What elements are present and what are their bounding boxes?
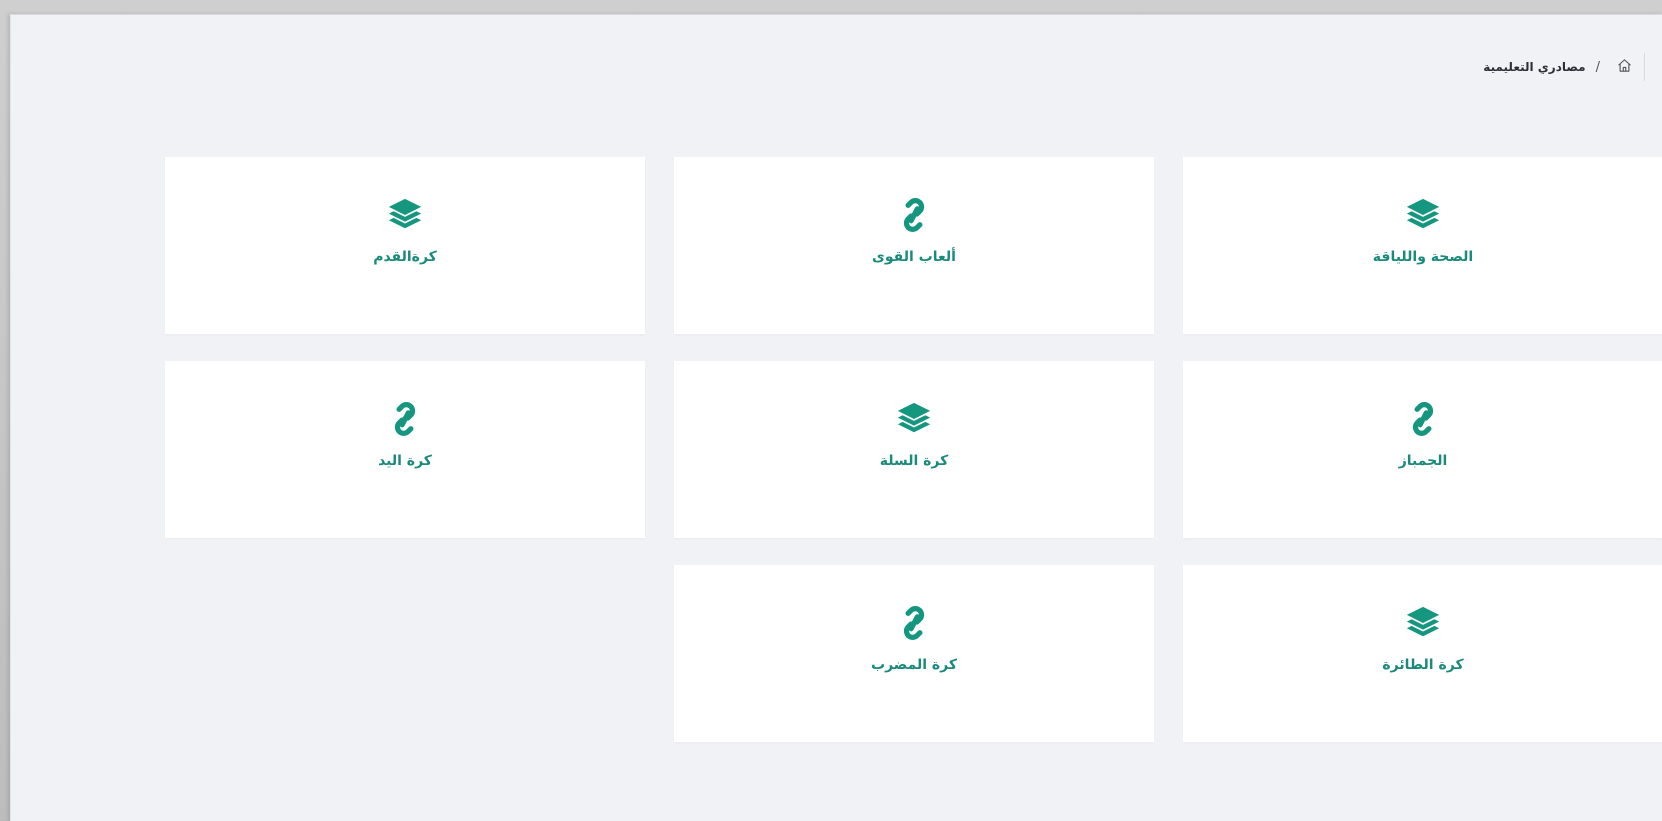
resource-card-label: كرة الطائرة xyxy=(1382,657,1464,673)
resource-card[interactable]: كرة المضرب xyxy=(674,565,1154,742)
resource-card[interactable]: كرة اليد xyxy=(165,361,645,538)
resource-card[interactable]: الصحة واللياقة xyxy=(1183,157,1662,334)
link-icon xyxy=(385,399,425,439)
link-icon xyxy=(894,603,934,643)
resource-card-label: ألعاب القوى xyxy=(872,249,956,265)
home-icon[interactable] xyxy=(1617,58,1632,76)
link-icon xyxy=(1403,399,1443,439)
window-frame: / مصادري التعليمية الصحة واللياقة ألعاب … xyxy=(0,0,1662,821)
resource-card[interactable]: كرة السلة xyxy=(674,361,1154,538)
resource-card-label: كرة السلة xyxy=(879,453,949,469)
breadcrumb-current: مصادري التعليمية xyxy=(1483,60,1586,74)
resource-card-label: كرة المضرب xyxy=(871,657,958,673)
layers-icon xyxy=(894,399,934,439)
breadcrumb-home[interactable] xyxy=(1610,53,1645,81)
link-icon xyxy=(894,195,934,235)
resources-grid: الصحة واللياقة ألعاب القوى كرةالقدم الجم… xyxy=(63,157,1662,742)
resource-card-label: كرةالقدم xyxy=(373,249,437,265)
resource-card-label: كرة اليد xyxy=(378,453,432,469)
resource-card[interactable]: الجمباز xyxy=(1183,361,1662,538)
page-content: / مصادري التعليمية الصحة واللياقة ألعاب … xyxy=(10,14,1662,821)
layers-icon xyxy=(385,195,425,235)
resource-card[interactable]: كرةالقدم xyxy=(165,157,645,334)
breadcrumb: / مصادري التعليمية xyxy=(1483,53,1645,81)
breadcrumb-separator: / xyxy=(1595,59,1600,75)
resource-card-label: الصحة واللياقة xyxy=(1372,249,1474,265)
layers-icon xyxy=(1403,195,1443,235)
layers-icon xyxy=(1403,603,1443,643)
resource-card-label: الجمباز xyxy=(1398,453,1448,469)
resource-card[interactable]: ألعاب القوى xyxy=(674,157,1154,334)
resource-card[interactable]: كرة الطائرة xyxy=(1183,565,1662,742)
